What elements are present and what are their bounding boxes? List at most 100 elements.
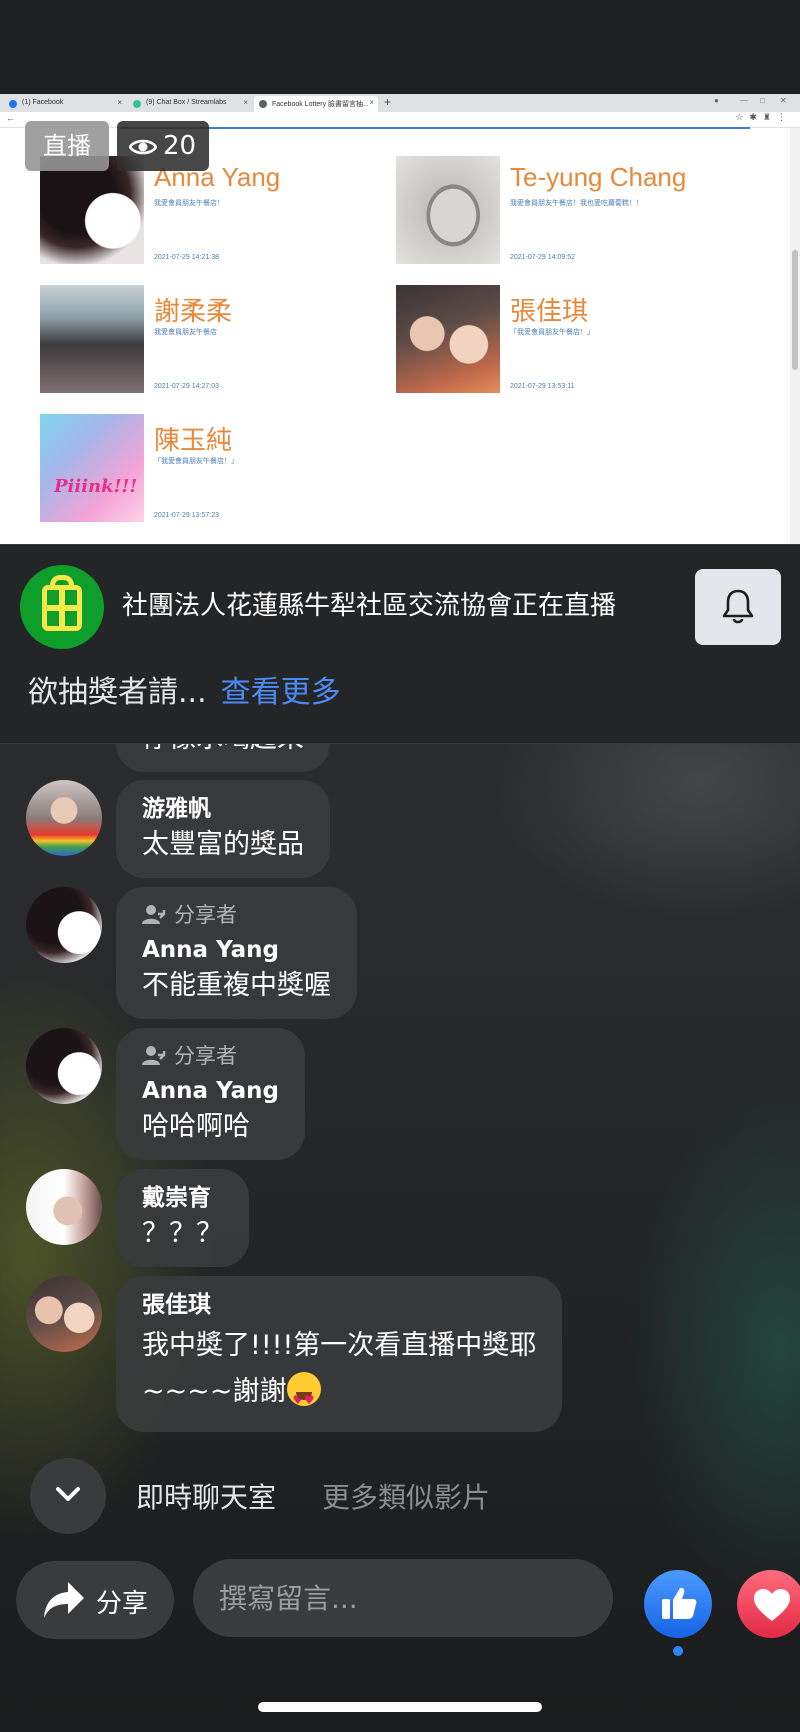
entry-time: 2021-07-29 13:57:23 [154, 512, 219, 519]
tab-title: (1) Facebook [22, 99, 64, 106]
video-description: 欲抽獎者請... 查看更多 [28, 667, 341, 711]
close-window-icon: ✕ [780, 96, 787, 105]
comment-author[interactable]: Anna Yang [142, 933, 331, 967]
entry-name: Te-yung Chang [510, 162, 687, 192]
heart-icon [754, 1589, 790, 1621]
browser-tab-strip: (1) Facebook × (9) Chat Box / Streamlabs… [0, 94, 800, 112]
extension-icons: ☆✱♜⋮ [735, 113, 792, 123]
profile-icon: ● [714, 96, 719, 105]
facebook-favicon-icon [9, 100, 17, 108]
loading-progress [120, 127, 750, 129]
chevron-down-icon [56, 1487, 80, 1501]
sharer-label: 分享者 [174, 903, 237, 927]
comment-text-line2: ~~~~謝謝 [142, 1370, 536, 1422]
entry-time: 2021-07-29 13:53:11 [510, 383, 575, 390]
entry-name: 陳玉純 [154, 425, 233, 455]
heart-eyes-emoji-icon [286, 1372, 321, 1422]
comment-text: 我中獎了!!!!第一次看直播中獎耶 [142, 1330, 537, 1361]
avatar[interactable] [26, 1276, 102, 1352]
maximize-icon: □ [760, 96, 765, 105]
love-reaction-button[interactable] [737, 1570, 800, 1638]
photo-graphic: Piiink!!! [54, 476, 138, 497]
logo-roof [50, 575, 74, 585]
tab-similar-videos[interactable]: 更多類似影片 [322, 1476, 490, 1516]
avatar[interactable] [26, 887, 102, 963]
comment-bubble: 停像水喝起來 [116, 744, 330, 772]
comment-bubble: 分享者 Anna Yang 不能重複中獎喔 [116, 887, 357, 1019]
entry-message: 「我愛會員朋友午餐店！」 [154, 457, 238, 465]
like-reaction-button[interactable] [644, 1570, 712, 1638]
eye-icon [128, 139, 158, 154]
entry-photo [40, 285, 144, 393]
new-tab-icon: + [384, 95, 392, 109]
entry-photo: Piiink!!! [40, 414, 144, 522]
collapse-chat-button[interactable] [30, 1458, 106, 1534]
comment-author[interactable]: 張佳琪 [142, 1288, 536, 1322]
share-button[interactable]: 分享 [16, 1561, 174, 1639]
scrollbar [790, 128, 800, 544]
entry-photo [396, 156, 500, 264]
entry-message: 我愛會員朋友午餐店！ [154, 199, 224, 207]
entry-time: 2021-07-29 14:21:38 [154, 254, 219, 261]
avatar[interactable] [26, 780, 102, 856]
entry-photo [396, 285, 500, 393]
comment-author[interactable]: Anna Yang [142, 1074, 279, 1108]
close-icon: × [243, 98, 248, 107]
viewer-count: 20 [163, 131, 197, 161]
notification-bell-button[interactable] [695, 569, 781, 645]
sharer-label: 分享者 [174, 1044, 237, 1068]
entry-message: 我愛會員朋友午餐店 [154, 328, 217, 336]
comment-text: 不能重複中獎喔 [142, 970, 331, 1001]
see-more-link[interactable]: 查看更多 [221, 675, 341, 710]
live-badge: 直播 [25, 121, 109, 171]
comment-bubble: 張佳琪 我中獎了!!!!第一次看直播中獎耶 ~~~~謝謝 [116, 1276, 563, 1432]
status-bar-area [0, 0, 800, 94]
lottery-entry-card: Te-yung Chang 我愛會員朋友午餐店！我也愛吃蘿蔔糕！！ 2021-0… [396, 156, 736, 271]
comment-text: 停像水喝起來 [142, 744, 304, 758]
entry-message: 我愛會員朋友午餐店！我也愛吃蘿蔔糕！！ [510, 199, 643, 207]
lottery-entry-card: Anna Yang 我愛會員朋友午餐店！ 2021-07-29 14:21:38 [40, 156, 380, 271]
sharer-tag: 分享者 [142, 1040, 279, 1070]
comment-author[interactable]: 游雅帆 [142, 792, 304, 826]
browser-tab-lottery: Facebook Lottery 臉書留言抽... × [254, 96, 378, 112]
entry-time: 2021-07-29 14:09:52 [510, 254, 575, 261]
avatar[interactable] [26, 1028, 102, 1104]
home-indicator[interactable] [258, 1702, 542, 1712]
comment-text: ~~~~謝謝 [142, 1376, 287, 1407]
browser-tab-streamlabs: (9) Chat Box / Streamlabs × [128, 96, 252, 112]
comment-text: ？？？ [142, 1218, 223, 1249]
thumbs-up-icon [662, 1587, 697, 1619]
page-title[interactable]: 社團法人花蓮縣牛犁社區交流協會正在直播 [122, 585, 616, 622]
scrollbar-thumb [792, 250, 798, 370]
tab-live-chat[interactable]: 即時聊天室 [136, 1476, 276, 1516]
comment-bubble: 戴崇育 ？？？ [116, 1169, 249, 1267]
description-text: 欲抽獎者請... [28, 675, 207, 710]
entry-time: 2021-07-29 14:27:03 [154, 383, 219, 390]
back-arrow-icon: ← [6, 113, 15, 123]
comment-text: 太豐富的獎品 [142, 829, 304, 860]
page-avatar[interactable] [20, 565, 104, 649]
entry-name: 謝柔柔 [154, 296, 233, 326]
comment-list[interactable]: 停像水喝起來 游雅帆 太豐富的獎品 分享者 Anna Yang 不能重複中獎喔 … [0, 744, 800, 1449]
lottery-entry-card: 張佳琪 「我愛會員朋友午餐店！」 2021-07-29 13:53:11 [396, 285, 736, 400]
lottery-entry-card: 謝柔柔 我愛會員朋友午餐店 2021-07-29 14:27:03 [40, 285, 380, 400]
broadcaster-panel: 社團法人花蓮縣牛犁社區交流協會正在直播 欲抽獎者請... 查看更多 [0, 544, 800, 744]
bell-icon [722, 589, 754, 624]
close-icon: × [117, 98, 122, 107]
logo-bar [42, 605, 82, 611]
minimize-icon: — [740, 96, 748, 105]
lottery-entry-card: Piiink!!! 陳玉純 「我愛會員朋友午餐店！」 2021-07-29 13… [40, 414, 380, 529]
sharer-icon [142, 905, 166, 924]
share-arrow-icon [44, 1582, 84, 1618]
entry-photo [40, 156, 144, 264]
comment-author[interactable]: 戴崇育 [142, 1181, 223, 1215]
viewer-count-badge: 20 [117, 121, 209, 171]
sharer-icon [142, 1046, 166, 1065]
avatar[interactable] [26, 1169, 102, 1245]
browser-tab-facebook: (1) Facebook × [4, 96, 126, 112]
like-indicator-dot [673, 1646, 683, 1656]
comment-bubble: 分享者 Anna Yang 哈哈啊哈 [116, 1028, 305, 1160]
comment-input[interactable] [193, 1559, 613, 1637]
streamlabs-favicon-icon [133, 100, 141, 108]
entry-message: 「我愛會員朋友午餐店！」 [510, 328, 594, 336]
